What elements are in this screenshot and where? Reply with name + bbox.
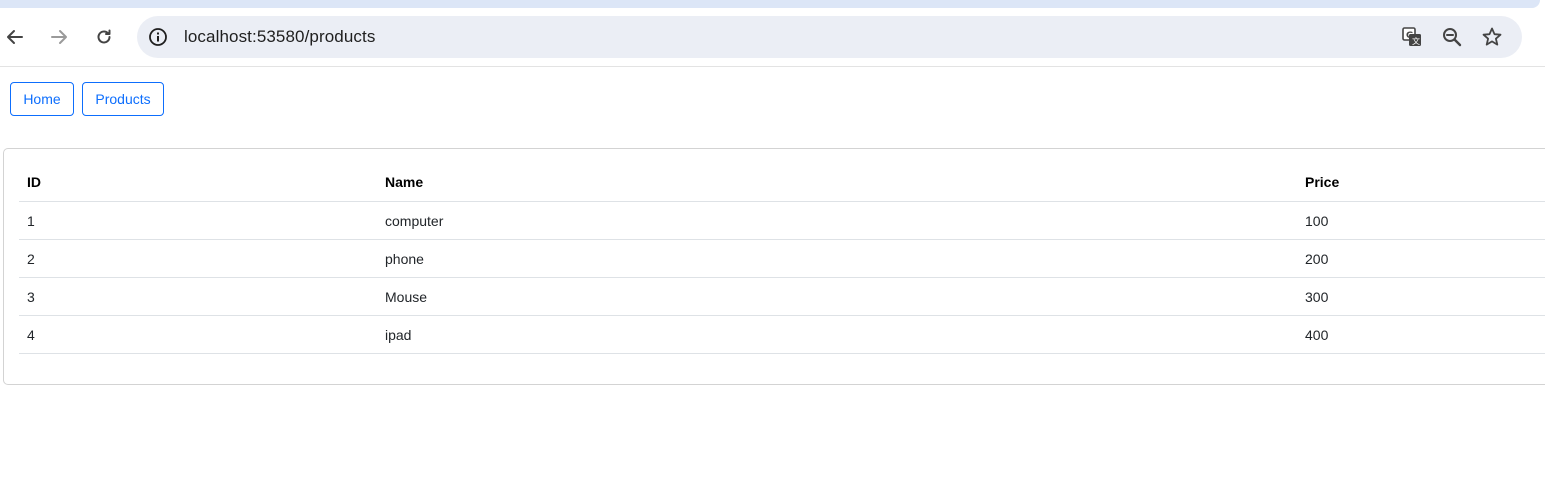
cell-price: 100	[1297, 201, 1545, 240]
products-button[interactable]: Products	[82, 82, 164, 116]
reload-button[interactable]	[90, 23, 118, 51]
zoom-out-icon[interactable]	[1440, 25, 1464, 49]
cell-name: phone	[377, 239, 1297, 278]
translate-icon[interactable]: G 文	[1400, 25, 1424, 49]
cell-price: 200	[1297, 239, 1545, 278]
column-header-name: Name	[377, 163, 1297, 202]
products-card: ID Name Price 1 computer 100 2 phone 200…	[3, 148, 1545, 385]
cell-id: 2	[19, 239, 377, 278]
cell-name: Mouse	[377, 277, 1297, 316]
table-row: 2 phone 200	[19, 239, 1545, 278]
site-info-icon[interactable]	[147, 26, 169, 48]
back-arrow-icon	[7, 30, 23, 44]
column-header-price: Price	[1297, 163, 1545, 202]
svg-text:文: 文	[1412, 36, 1420, 46]
cell-price: 400	[1297, 315, 1545, 354]
cell-price: 300	[1297, 277, 1545, 316]
page-content: Home Products ID Name Price 1 computer 1…	[0, 67, 1545, 493]
reload-icon	[97, 29, 111, 44]
table-row: 4 ipad 400	[19, 315, 1545, 354]
cell-id: 4	[19, 315, 377, 354]
table-row: 3 Mouse 300	[19, 277, 1545, 316]
table-row: 1 computer 100	[19, 201, 1545, 240]
table-header-row: ID Name Price	[19, 163, 1545, 202]
column-header-id: ID	[19, 163, 377, 202]
home-button[interactable]: Home	[10, 82, 74, 116]
browser-toolbar: localhost:53580/products G 文	[0, 8, 1545, 67]
back-button[interactable]	[1, 23, 29, 51]
forward-arrow-icon	[51, 30, 67, 44]
address-bar[interactable]: localhost:53580/products G 文	[137, 16, 1522, 58]
url-text[interactable]: localhost:53580/products	[184, 27, 375, 47]
cell-name: ipad	[377, 315, 1297, 354]
cell-id: 3	[19, 277, 377, 316]
products-table: ID Name Price 1 computer 100 2 phone 200…	[19, 163, 1545, 354]
cell-id: 1	[19, 201, 377, 240]
cell-name: computer	[377, 201, 1297, 240]
bookmark-star-icon[interactable]	[1480, 25, 1504, 49]
forward-button[interactable]	[45, 23, 73, 51]
tab-strip-edge	[0, 0, 1540, 8]
